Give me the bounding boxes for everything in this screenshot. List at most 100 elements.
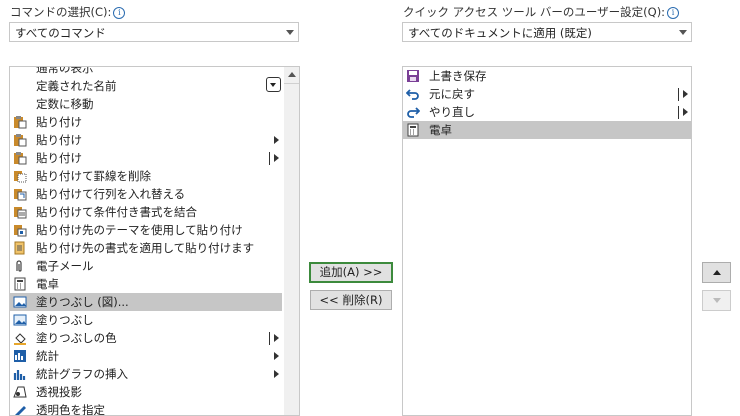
move-up-button[interactable] [702, 262, 731, 283]
list-item[interactable]: 電子メール [10, 257, 282, 275]
list-item-label: 統計 [36, 349, 59, 363]
list-item-label: 塗りつぶしの色 [36, 331, 117, 345]
list-item[interactable]: 通常の表示 [10, 66, 282, 77]
paste-transpose-icon [13, 187, 27, 201]
qat-commands-list[interactable]: 上書き保存 元に戻すやり直し電卓 [402, 66, 692, 416]
list-item-label: 貼り付けて罫線を削除 [36, 169, 151, 183]
attachment-icon [13, 259, 27, 273]
list-item[interactable]: 電卓 [10, 275, 282, 293]
list-item[interactable]: 透明色を指定 [10, 401, 282, 416]
scrollbar[interactable] [284, 67, 299, 415]
list-item[interactable]: 貼り付けて行列を入れ替える [10, 185, 282, 203]
list-item[interactable]: 貼り付けて罫線を削除 [10, 167, 282, 185]
expand-chevron-button[interactable] [266, 77, 281, 92]
list-item-label: 通常の表示 [36, 66, 94, 75]
list-item[interactable]: 貼り付けて条件付き書式を結合 [10, 203, 282, 221]
info-icon[interactable]: i [113, 7, 126, 19]
list-item-label: 貼り付けて行列を入れ替える [36, 187, 186, 201]
qat-scope-dropdown[interactable]: すべてのドキュメントに適用 (既定) [402, 22, 692, 42]
list-item-label: 電卓 [36, 277, 59, 291]
info-icon[interactable]: i [667, 7, 680, 19]
choose-commands-label: コマンドの選択(C): i [10, 4, 126, 20]
picture-fill-icon [13, 295, 27, 309]
scroll-up-button[interactable] [284, 67, 299, 84]
list-item[interactable]: やり直し [403, 103, 691, 121]
commands-category-dropdown[interactable]: すべてのコマンド [9, 22, 299, 42]
list-item[interactable]: 貼り付け先の書式を適用して貼り付けます [10, 239, 282, 257]
list-item-label: 電卓 [429, 123, 452, 137]
list-item[interactable]: 貼り付け [10, 113, 282, 131]
list-item-label: 貼り付け [36, 115, 82, 129]
paste-merge-format-icon [13, 205, 27, 219]
chevron-right-icon [274, 370, 279, 378]
chevron-down-icon [286, 30, 294, 35]
list-item[interactable]: 統計 [10, 347, 282, 365]
paste-no-borders-icon [13, 169, 27, 183]
list-item-label: 統計グラフの挿入 [36, 367, 128, 381]
list-item-label: 定数に移動 [36, 97, 94, 111]
list-item[interactable]: 統計グラフの挿入 [10, 365, 282, 383]
paste-dest-format-icon [13, 241, 27, 255]
list-item[interactable]: 電卓 [403, 121, 691, 139]
split-separator [678, 88, 679, 101]
list-item-label: 電子メール [36, 259, 94, 273]
calculator-icon [13, 277, 27, 291]
list-item-label: やり直し [429, 105, 475, 119]
list-item[interactable]: 貼り付け先のテーマを使用して貼り付け [10, 221, 282, 239]
paste-theme-icon [13, 223, 27, 237]
available-commands-list[interactable]: 通常の表示 定義された名前 定数に移動 貼り付け 貼り付け 貼り付け 貼り付けて罫線を削除貼… [9, 66, 300, 416]
chevron-down-icon [270, 83, 276, 87]
chevron-right-icon [274, 154, 279, 162]
choose-commands-label-text: コマンドの選択(C): [10, 5, 112, 19]
arrow-up-icon [288, 72, 296, 77]
list-item-label: 透明色を指定 [36, 403, 105, 416]
customize-qat-label: クイック アクセス ツール バーのユーザー設定(Q): i [403, 4, 680, 20]
list-item[interactable]: 塗りつぶし (図)... [10, 293, 282, 311]
chevron-right-icon [274, 334, 279, 342]
chevron-down-icon [679, 30, 687, 35]
paste-icon [13, 151, 27, 165]
list-item[interactable]: 透視投影 [10, 383, 282, 401]
split-separator [269, 332, 270, 345]
chevron-right-icon [683, 108, 688, 116]
paste-icon [13, 133, 27, 147]
arrow-down-icon [713, 298, 721, 303]
chevron-right-icon [683, 90, 688, 98]
list-item[interactable]: 塗りつぶし [10, 311, 282, 329]
picture-icon [13, 313, 27, 327]
save-icon [406, 69, 420, 83]
list-item[interactable]: 元に戻す [403, 85, 691, 103]
transparent-color-icon [13, 403, 27, 415]
chevron-right-icon [274, 352, 279, 360]
list-item-label: 定義された名前 [36, 79, 117, 93]
list-item-label: 塗りつぶし [36, 313, 94, 327]
paste-icon [13, 115, 27, 129]
list-item-label: 貼り付け [36, 151, 82, 165]
qat-scope-value: すべてのドキュメントに適用 (既定) [408, 26, 592, 40]
commands-category-value: すべてのコマンド [15, 26, 106, 40]
list-item[interactable]: 貼り付け [10, 149, 282, 167]
split-separator [678, 106, 679, 119]
list-item-label: 貼り付け先の書式を適用して貼り付けます [36, 241, 255, 255]
list-item-label: 透視投影 [36, 385, 82, 399]
list-item[interactable]: 貼り付け [10, 131, 282, 149]
chevron-right-icon [274, 136, 279, 144]
list-item[interactable]: 定数に移動 [10, 95, 282, 113]
list-item-label: 貼り付け [36, 133, 82, 147]
list-item[interactable]: 塗りつぶしの色 [10, 329, 282, 347]
insert-stats-chart-icon [13, 367, 27, 381]
arrow-up-icon [713, 270, 721, 275]
perspective-icon [13, 385, 27, 399]
stats-chart-icon [13, 349, 27, 363]
remove-button[interactable]: << 削除(R) [310, 290, 392, 310]
list-item[interactable]: 上書き保存 [403, 67, 691, 85]
add-button[interactable]: 追加(A) >> [309, 262, 393, 283]
list-item-label: 塗りつぶし (図)... [36, 295, 129, 309]
list-item[interactable]: 定義された名前 [10, 77, 282, 95]
calculator-icon [406, 123, 420, 137]
move-down-button[interactable] [702, 290, 731, 311]
list-item-label: 貼り付けて条件付き書式を結合 [36, 205, 197, 219]
split-separator [269, 152, 270, 165]
scrolled-item-icon [13, 67, 27, 75]
undo-icon [405, 87, 420, 101]
